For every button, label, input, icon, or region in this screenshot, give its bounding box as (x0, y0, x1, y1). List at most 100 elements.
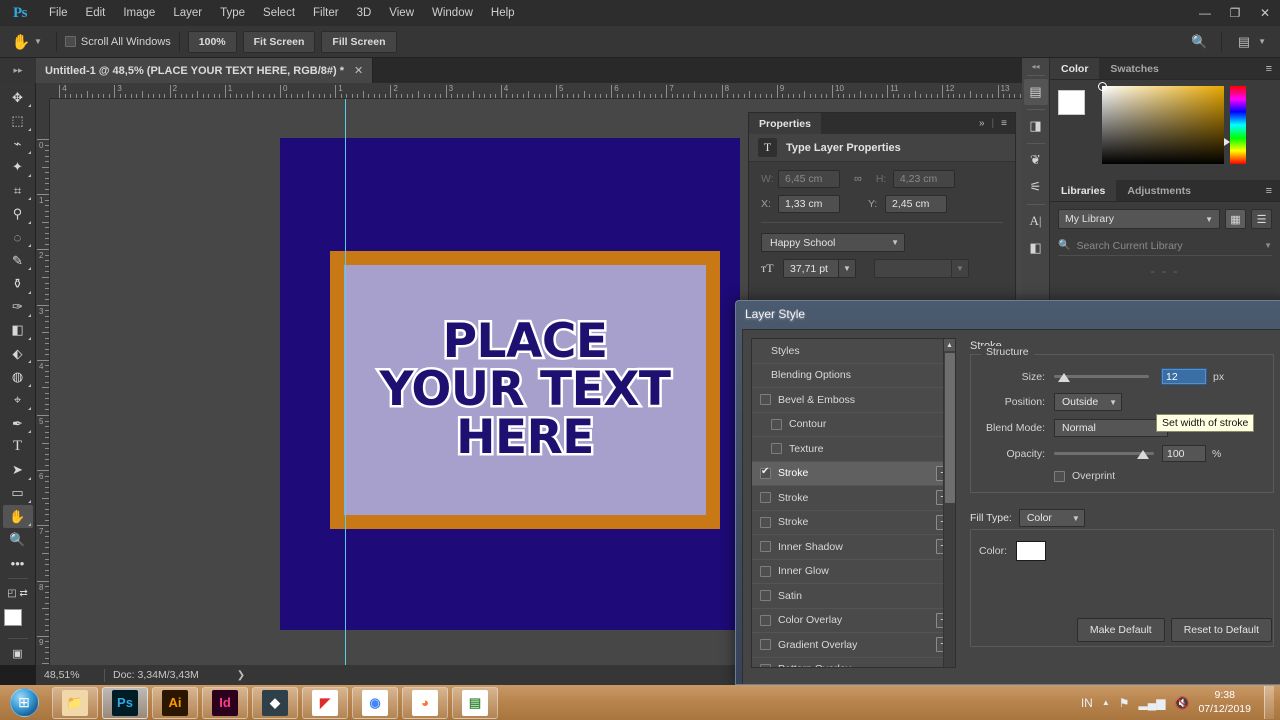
effect-checkbox[interactable] (760, 516, 771, 528)
effect-item-pattern-overlay[interactable]: Pattern Overlay (752, 658, 955, 667)
document-tab[interactable]: Untitled-1 @ 48,5% (PLACE YOUR TEXT HERE… (36, 58, 374, 83)
stroke-opacity-slider[interactable] (1054, 447, 1154, 461)
stroke-blend-mode-select[interactable]: Normal ▼ (1054, 419, 1168, 437)
effects-list-scrollbar[interactable]: ▲ (943, 339, 955, 667)
show-desktop-button[interactable] (1264, 686, 1274, 719)
signal-bars-icon[interactable]: ▂▄▆ (1139, 696, 1166, 710)
language-indicator[interactable]: IN (1081, 696, 1093, 710)
effect-item-styles[interactable]: Styles (752, 339, 955, 364)
blur-tool[interactable]: ◍ (3, 365, 33, 388)
width-field[interactable]: 6,45 cm (778, 170, 840, 188)
menu-file[interactable]: File (40, 0, 77, 26)
eraser-tool[interactable]: ◧ (3, 319, 33, 342)
brush-tool[interactable]: ✎ (3, 249, 33, 272)
adjustments-icon[interactable]: ▤ (1023, 79, 1048, 105)
path-selection-tool[interactable]: ➤ (3, 459, 33, 482)
taskbar-app-firefox[interactable]: ◕ (402, 686, 448, 719)
stroke-color-swatch[interactable] (1016, 541, 1047, 561)
effect-checkbox[interactable] (760, 394, 771, 406)
taskbar-app-indesign[interactable]: Id (202, 686, 248, 719)
reset-to-default-button[interactable]: Reset to Default (1170, 618, 1272, 642)
menu-3d[interactable]: 3D (348, 0, 381, 26)
tab-properties[interactable]: Properties (749, 113, 821, 134)
foreground-color-swatch[interactable] (1058, 90, 1085, 115)
taskbar-app-lumion[interactable]: ◆ (252, 686, 298, 719)
chevron-down-icon[interactable]: ▼ (1258, 37, 1266, 46)
effect-item-stroke[interactable]: Stroke+ (752, 486, 955, 511)
brush-settings-icon[interactable]: ⚟ (1024, 174, 1048, 200)
stroke-position-select[interactable]: Outside ▼ (1054, 393, 1122, 411)
effect-checkbox[interactable] (760, 541, 771, 553)
tab-libraries[interactable]: Libraries (1050, 180, 1117, 201)
tab-color[interactable]: Color (1050, 58, 1100, 79)
y-field[interactable]: 2,45 cm (885, 195, 947, 213)
scrollbar-thumb[interactable] (945, 353, 955, 503)
fill-screen-button[interactable]: Fill Screen (321, 30, 397, 53)
taskbar-app-notes[interactable]: ▤ (452, 686, 498, 719)
grid-view-icon[interactable]: ▦ (1225, 209, 1246, 229)
stroke-opacity-input[interactable]: 100 (1162, 445, 1206, 462)
effect-item-contour[interactable]: Contour (752, 413, 955, 437)
rail-collapse-icon[interactable]: ◂◂ (1031, 60, 1039, 72)
link-dimensions-icon[interactable]: ∞ (854, 173, 862, 185)
panel-menu-icon[interactable]: ≡ (1258, 58, 1280, 79)
volume-muted-icon[interactable]: 🔇 (1174, 696, 1189, 710)
workspace-icon[interactable]: ▤ (1230, 30, 1258, 54)
start-button[interactable]: ⊞ (4, 686, 44, 719)
edit-toolbar-icon[interactable]: ••• (3, 552, 33, 575)
menu-help[interactable]: Help (482, 0, 524, 26)
close-button[interactable]: ✕ (1250, 0, 1280, 26)
tab-swatches[interactable]: Swatches (1099, 58, 1169, 79)
panel-menu-icon[interactable]: ≡ (1258, 180, 1280, 201)
layer-style-effects-list[interactable]: Styles Blending Options Bevel & Emboss Cont… (751, 338, 956, 668)
paragraph-icon[interactable]: ◧ (1024, 235, 1048, 261)
color-swatches[interactable] (3, 608, 33, 637)
effect-checkbox[interactable] (771, 443, 782, 455)
font-size-field[interactable]: 37,71 pt (783, 259, 839, 278)
dodge-tool[interactable]: ⌖ (3, 389, 33, 412)
zoom-100-button[interactable]: 100% (187, 30, 237, 53)
hue-slider-marker[interactable] (1224, 138, 1230, 146)
menu-image[interactable]: Image (114, 0, 164, 26)
scroll-all-windows-checkbox[interactable]: Scroll All Windows (64, 36, 171, 48)
library-search-row[interactable]: 🔍 Search Current Library ▼ (1058, 236, 1272, 256)
effect-item-stroke[interactable]: Stroke+ (752, 461, 955, 486)
effect-item-bevel-emboss[interactable]: Bevel & Emboss (752, 388, 955, 413)
default-colors-icon[interactable]: ◰ ⇄ (3, 582, 33, 605)
rectangle-tool[interactable]: ▭ (3, 482, 33, 505)
layer-comps-icon[interactable]: ◨ (1024, 113, 1048, 139)
leading-field[interactable] (874, 259, 952, 278)
menu-window[interactable]: Window (423, 0, 482, 26)
make-default-button[interactable]: Make Default (1076, 618, 1165, 642)
expand-icon[interactable]: » (979, 118, 985, 129)
move-tool[interactable]: ✥ (3, 86, 33, 109)
magic-wand-tool[interactable]: ✦ (3, 156, 33, 179)
clone-stamp-tool[interactable]: ⚱ (3, 272, 33, 295)
panel-menu-icon[interactable]: ≡ (1001, 118, 1007, 129)
chevron-down-icon[interactable]: ▼ (952, 259, 969, 278)
effect-item-stroke[interactable]: Stroke+ (752, 511, 955, 535)
chevron-down-icon[interactable]: ▼ (1072, 514, 1080, 523)
crop-tool[interactable]: ⌗ (3, 179, 33, 202)
network-flag-icon[interactable]: ⚑ (1119, 696, 1130, 710)
menu-view[interactable]: View (380, 0, 423, 26)
search-icon[interactable]: 🔍 (1185, 30, 1213, 54)
height-field[interactable]: 4,23 cm (892, 170, 955, 188)
zoom-level[interactable]: 48,51% (36, 669, 96, 681)
chevron-down-icon[interactable]: ▼ (839, 259, 856, 278)
taskbar-app-file-explorer[interactable]: 📁 (52, 686, 98, 719)
slider-knob[interactable] (1137, 449, 1149, 459)
effect-checkbox[interactable] (760, 639, 771, 651)
taskbar-app-sketchup[interactable]: ◤ (302, 686, 348, 719)
menu-select[interactable]: Select (254, 0, 304, 26)
foreground-color-swatch[interactable] (3, 609, 22, 627)
effect-item-color-overlay[interactable]: Color Overlay+ (752, 609, 955, 633)
start-orb-icon[interactable]: ⊞ (9, 688, 39, 717)
restore-button[interactable]: ❐ (1220, 0, 1250, 26)
taskbar-app-photoshop[interactable]: Ps (102, 686, 148, 719)
history-brush-tool[interactable]: ✑ (3, 296, 33, 319)
zoom-tool[interactable]: 🔍 (3, 528, 33, 551)
menu-type[interactable]: Type (211, 0, 254, 26)
chevron-down-icon[interactable]: ▼ (1205, 215, 1213, 224)
menu-edit[interactable]: Edit (77, 0, 115, 26)
